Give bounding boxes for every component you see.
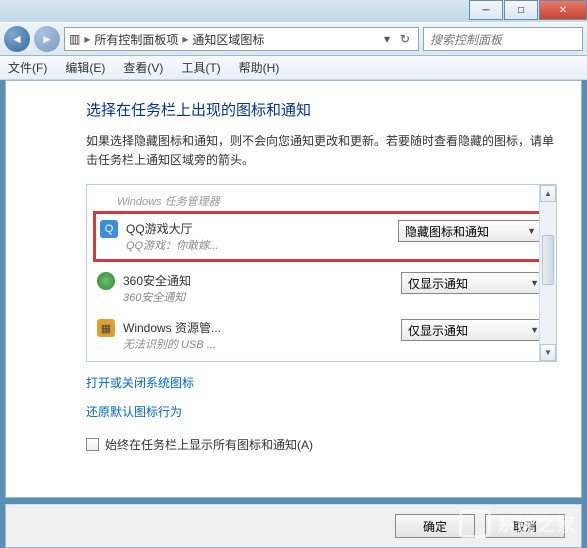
menu-bar: 文件(F) 编辑(E) 查看(V) 工具(T) 帮助(H) [0,56,587,80]
minimize-button[interactable]: ─ [469,0,503,20]
checkbox-label: 始终在任务栏上显示所有图标和通知(A) [105,436,313,453]
menu-tools[interactable]: 工具(T) [181,59,220,76]
breadcrumb[interactable]: ▥ ▸ 所有控制面板项 ▸ 通知区域图标 ▾ ↻ [64,27,419,51]
item-subtitle: 360安全通知 [123,289,393,305]
control-panel-icon: ▥ [69,32,80,46]
shield-icon [97,272,115,290]
item-subtitle: QQ游戏：你敢嫁... [126,237,390,253]
behavior-dropdown[interactable]: 仅显示通知▼ [401,319,546,341]
close-button[interactable]: ✕ [539,0,587,20]
always-show-row: 始终在任务栏上显示所有图标和通知(A) [86,436,557,453]
page-description: 如果选择隐藏图标和通知，则不会向您通知更改和更新。若要随时查看隐藏的图标，请单击… [86,132,557,170]
item-name: 360安全通知 [123,272,393,289]
chevron-down-icon: ▼ [530,278,539,288]
scroll-thumb[interactable] [542,235,554,285]
menu-view[interactable]: 查看(V) [123,59,163,76]
forward-button[interactable]: ► [34,26,60,52]
menu-help[interactable]: 帮助(H) [239,59,280,76]
behavior-dropdown[interactable]: 仅显示通知▼ [401,272,546,294]
always-show-checkbox[interactable] [86,438,99,451]
list-item: Windows 任务管理器 [97,193,546,209]
behavior-dropdown[interactable]: 隐藏图标和通知▼ [398,220,543,242]
breadcrumb-part[interactable]: 所有控制面板项 [94,31,178,48]
page-title: 选择在任务栏上出现的图标和通知 [86,99,557,120]
icon-list: Windows 任务管理器 Q QQ游戏大厅 QQ游戏：你敢嫁... 隐藏图标和… [86,184,557,362]
title-bar: ─ □ ✕ [0,0,587,22]
chevron-down-icon: ▼ [530,325,539,335]
menu-file[interactable]: 文件(F) [8,59,47,76]
maximize-button[interactable]: □ [504,0,538,20]
restore-default-link[interactable]: 还原默认图标行为 [86,403,557,420]
item-name: QQ游戏大厅 [126,220,390,237]
breadcrumb-dropdown[interactable]: ▾ [378,32,396,46]
address-bar: ◄ ► ▥ ▸ 所有控制面板项 ▸ 通知区域图标 ▾ ↻ 搜索控制面板 [0,22,587,56]
list-item-360: 360安全通知 360安全通知 仅显示通知▼ [97,268,546,315]
back-button[interactable]: ◄ [4,26,30,52]
menu-edit[interactable]: 编辑(E) [65,59,105,76]
list-item-explorer: ▦ Windows 资源管... 无法识别的 USB ... 仅显示通知▼ [97,315,546,362]
qq-icon: Q [100,220,118,238]
item-name: Windows 资源管... [123,319,393,336]
ok-button[interactable]: 确定 [395,514,475,538]
list-item-qq: Q QQ游戏大厅 QQ游戏：你敢嫁... 隐藏图标和通知▼ [93,211,550,262]
search-input[interactable]: 搜索控制面板 [423,27,583,51]
folder-icon: ▦ [97,319,115,337]
toggle-system-icons-link[interactable]: 打开或关闭系统图标 [86,374,557,391]
scroll-down-button[interactable]: ▼ [540,344,556,361]
cancel-button[interactable]: 取消 [485,514,565,538]
chevron-down-icon: ▼ [527,226,536,236]
refresh-button[interactable]: ↻ [396,32,414,46]
dialog-footer: 确定 取消 [5,504,582,548]
content-area: 选择在任务栏上出现的图标和通知 如果选择隐藏图标和通知，则不会向您通知更改和更新… [5,80,582,498]
scroll-up-button[interactable]: ▲ [540,185,556,202]
item-subtitle: 无法识别的 USB ... [123,336,393,352]
scrollbar[interactable]: ▲ ▼ [539,185,556,361]
breadcrumb-part[interactable]: 通知区域图标 [192,31,264,48]
